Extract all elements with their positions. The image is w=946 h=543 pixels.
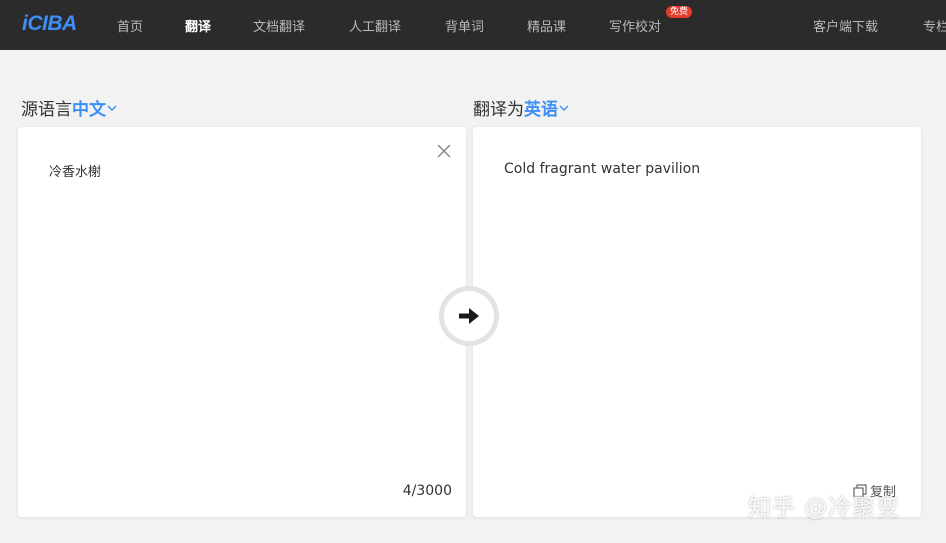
nav-client-download[interactable]: 客户端下载	[813, 16, 878, 35]
target-language-select[interactable]: 英语	[524, 100, 569, 120]
chevron-down-icon[interactable]	[107, 103, 117, 113]
translation-result-panel: Cold fragrant water pavilion 复制	[473, 127, 921, 517]
nav-vocabulary[interactable]: 背单词	[445, 16, 484, 35]
source-language-value[interactable]: 中文	[72, 100, 106, 120]
nav-translate[interactable]: 翻译	[185, 16, 211, 35]
nav-courses[interactable]: 精品课	[527, 16, 566, 35]
close-icon[interactable]	[436, 143, 452, 159]
source-language-label: 源语言	[21, 100, 72, 120]
nav-writing-check[interactable]: 写作校对	[609, 16, 661, 35]
character-counter: 4/3000	[402, 483, 452, 499]
source-text-panel[interactable]: 冷香水榭 4/3000	[18, 127, 466, 517]
source-language-select[interactable]: 中文	[72, 100, 117, 120]
top-nav: iCIBA 首页 翻译 文档翻译 人工翻译 背单词 精品课 写作校对 免费 客户…	[0, 0, 946, 50]
target-language-label: 翻译为	[473, 100, 524, 120]
nav-human-translate[interactable]: 人工翻译	[349, 16, 401, 35]
free-badge: 免费	[666, 6, 693, 18]
source-language-row: 源语言中文	[21, 95, 117, 120]
nav-home[interactable]: 首页	[117, 16, 143, 35]
source-text-input[interactable]: 冷香水榭	[49, 161, 101, 180]
translation-result-text: Cold fragrant water pavilion	[504, 161, 701, 177]
nav-column[interactable]: 专栏	[923, 16, 946, 35]
zhihu-watermark: 知乎 @冷聚变	[748, 495, 901, 521]
nav-document-translate[interactable]: 文档翻译	[253, 16, 305, 35]
arrow-right-icon	[459, 308, 479, 324]
translate-arrow-inner[interactable]	[444, 291, 494, 341]
target-language-row: 翻译为英语	[473, 95, 569, 120]
iciba-logo[interactable]: iCIBA	[22, 12, 77, 36]
target-language-value[interactable]: 英语	[524, 100, 558, 120]
chevron-down-icon[interactable]	[559, 103, 569, 113]
translate-arrow-button[interactable]	[439, 286, 499, 346]
